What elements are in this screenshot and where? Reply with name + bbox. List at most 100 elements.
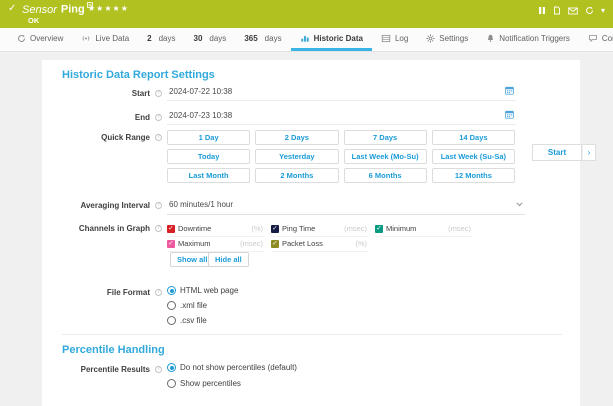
channel-downtime: Downtime (%) [167, 222, 264, 237]
quick-range-button[interactable]: Yesterday [255, 149, 338, 164]
radio-label: Show percentiles [180, 379, 241, 388]
channel-name: Maximum [178, 239, 211, 248]
tab-2-days[interactable]: 2days [138, 28, 184, 51]
quick-range-button[interactable]: Last Week (Mo-Su) [344, 149, 427, 164]
tab-settings[interactable]: Settings [417, 28, 477, 51]
info-icon[interactable]: ? [155, 366, 162, 373]
tab-label: Settings [439, 34, 468, 43]
info-icon[interactable]: ? [155, 90, 162, 97]
info-icon[interactable]: ? [155, 134, 162, 141]
report-icon[interactable] [553, 6, 561, 15]
channel-maximum: Maximum (msec) [167, 237, 264, 252]
quick-range-button[interactable]: Last Week (Su-Sa) [432, 149, 515, 164]
quick-range-row-3: Last Month 2 Months 6 Months 12 Months [167, 168, 515, 183]
quick-range-label: Quick Range [42, 133, 150, 142]
priority-stars[interactable]: ★★★★★ [88, 4, 129, 13]
channels-in-graph-label: Channels in Graph [42, 224, 150, 233]
tab-365-days[interactable]: 365days [235, 28, 290, 51]
channels-grid: Downtime (%) Ping Time (msec) Minimum (m… [167, 222, 479, 252]
quick-range-row-2: Today Yesterday Last Week (Mo-Su) Last W… [167, 149, 515, 164]
quick-range-button[interactable]: 7 Days [344, 130, 427, 145]
settings-panel: Historic Data Report Settings Start ? 20… [42, 60, 580, 406]
channel-unit: (msec) [448, 224, 471, 233]
file-format-option-xml: .xml file [167, 301, 207, 310]
channel-name: Downtime [178, 224, 211, 233]
radio-label: Do not show percentiles (default) [180, 363, 297, 372]
info-icon[interactable]: ? [155, 225, 162, 232]
channel-checkbox[interactable] [167, 225, 175, 233]
end-date-value: 2024-07-23 10:38 [169, 111, 232, 120]
chevron-down-icon [516, 202, 523, 207]
tab-comments[interactable]: Comments [579, 28, 613, 51]
end-date-field[interactable]: 2024-07-23 10:38 [167, 109, 516, 125]
sensor-type-label: Sensor [22, 4, 57, 16]
info-icon[interactable]: ? [155, 114, 162, 121]
radio-button[interactable] [167, 286, 176, 295]
channel-unit: (%) [251, 224, 263, 233]
radio-label: HTML web page [180, 286, 238, 295]
channel-packet-loss: Packet Loss (%) [271, 237, 368, 252]
start-arrow-button[interactable]: › [582, 144, 596, 161]
averaging-interval-select[interactable]: 60 minutes/1 hour [167, 198, 525, 215]
channel-unit: (%) [355, 239, 367, 248]
section-title-percentile: Percentile Handling [62, 344, 165, 356]
channel-checkbox[interactable] [167, 240, 175, 248]
channel-unit: (msec) [344, 224, 367, 233]
tab-bar: Overview Live Data 2days 30days 365days … [0, 28, 613, 52]
channel-checkbox[interactable] [271, 240, 279, 248]
radio-label: .csv file [180, 316, 207, 325]
channel-minimum: Minimum (msec) [375, 222, 472, 237]
quick-range-button[interactable]: Today [167, 149, 250, 164]
section-divider [62, 334, 562, 335]
channel-checkbox[interactable] [271, 225, 279, 233]
section-title-historic-data: Historic Data Report Settings [62, 69, 215, 81]
tab-label: Live Data [95, 34, 129, 43]
tab-30-days[interactable]: 30days [185, 28, 236, 51]
calendar-icon[interactable] [505, 110, 514, 119]
radio-label: .xml file [180, 301, 207, 310]
start-date-field[interactable]: 2024-07-22 10:38 [167, 85, 516, 101]
hide-all-button[interactable]: Hide all [208, 252, 249, 267]
averaging-interval-value: 60 minutes/1 hour [169, 200, 233, 209]
sensor-title: SensorPing [22, 2, 93, 16]
tab-label: Overview [30, 34, 63, 43]
gear-icon [426, 34, 435, 43]
start-button[interactable]: Start [532, 144, 582, 161]
tab-notification-triggers[interactable]: Notification Triggers [477, 28, 579, 51]
tab-overview[interactable]: Overview [8, 28, 72, 51]
quick-range-button[interactable]: 12 Months [432, 168, 515, 183]
file-format-option-csv: .csv file [167, 316, 207, 325]
log-table-icon [381, 34, 391, 43]
quick-range-button[interactable]: 2 Days [255, 130, 338, 145]
percentile-option-show: Show percentiles [167, 379, 241, 388]
bar-chart-icon [300, 34, 310, 43]
channel-name: Ping Time [282, 224, 315, 233]
quick-range-button[interactable]: 1 Day [167, 130, 250, 145]
tab-log[interactable]: Log [372, 28, 417, 51]
file-format-label: File Format [42, 288, 150, 297]
status-check-icon: ✓ [8, 3, 16, 14]
caret-down-icon[interactable]: ▾ [601, 7, 605, 15]
radio-button[interactable] [167, 379, 176, 388]
quick-range-button[interactable]: 14 Days [432, 130, 515, 145]
averaging-interval-label: Averaging Interval [42, 201, 150, 210]
info-icon[interactable]: ? [155, 289, 162, 296]
end-label: End [42, 113, 150, 122]
tab-historic-data[interactable]: Historic Data [291, 28, 372, 51]
tab-live-data[interactable]: Live Data [72, 28, 138, 51]
email-icon[interactable] [568, 7, 578, 15]
quick-range-button[interactable]: 6 Months [344, 168, 427, 183]
quick-range-button[interactable]: 2 Months [255, 168, 338, 183]
channel-checkbox[interactable] [375, 225, 383, 233]
info-icon[interactable]: ? [155, 202, 162, 209]
refresh-icon[interactable] [585, 6, 594, 15]
quick-range-button[interactable]: Last Month [167, 168, 250, 183]
radio-button[interactable] [167, 301, 176, 310]
radio-button[interactable] [167, 363, 176, 372]
overview-icon [17, 34, 26, 43]
percentile-results-label: Percentile Results [42, 365, 150, 374]
radio-button[interactable] [167, 316, 176, 325]
tab-label: Historic Data [314, 34, 363, 43]
pause-icon[interactable] [538, 6, 546, 15]
calendar-icon[interactable] [505, 86, 514, 95]
